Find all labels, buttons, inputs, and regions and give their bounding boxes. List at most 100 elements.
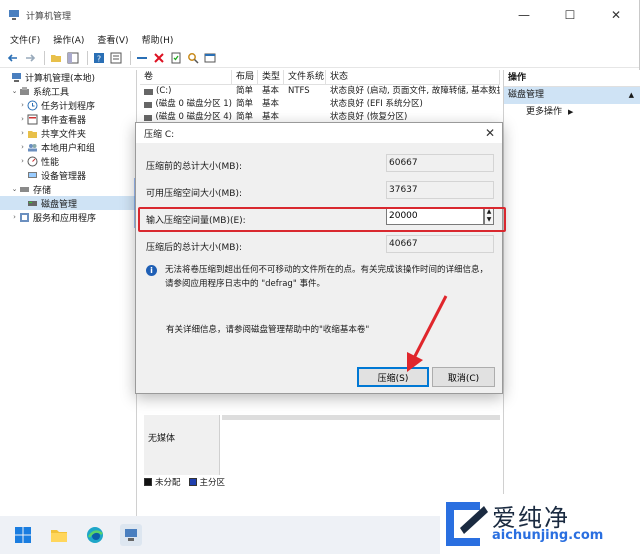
- tree-item-services-apps[interactable]: › 服务和应用程序: [0, 210, 136, 224]
- total-before-label: 压缩前的总计大小(MB):: [146, 161, 242, 172]
- actions-header: 操作: [504, 70, 640, 87]
- tree-item-storage[interactable]: ⌄ 存储: [0, 182, 136, 196]
- info-text: 无法将卷压缩到超出任何不可移动的文件所在的点。有关完成该操作时间的详细信息，请参…: [165, 265, 489, 289]
- actions-section-disk-management[interactable]: 磁盘管理 ▲: [504, 87, 640, 104]
- column-layout[interactable]: 布局: [232, 70, 258, 84]
- volume-icon: [144, 88, 153, 95]
- available-space-value: 37637: [386, 181, 494, 199]
- help-icon[interactable]: ?: [92, 51, 106, 65]
- volume-name: (磁盘 0 磁盘分区 1): [155, 99, 232, 109]
- tree-item-performance[interactable]: › 性能: [0, 154, 136, 168]
- shrink-button[interactable]: 压缩(S): [357, 367, 429, 387]
- volume-status: 状态良好 (启动, 页面文件, 故障转储, 基本数据: [330, 86, 500, 96]
- toggle-view-icon[interactable]: [203, 51, 217, 65]
- tools-icon: [20, 86, 29, 95]
- window-title: 计算机管理: [26, 11, 72, 22]
- forward-icon[interactable]: [23, 51, 37, 65]
- volume-status: 状态良好 (EFI 系统分区): [330, 99, 423, 109]
- windows-start-icon[interactable]: [12, 524, 34, 546]
- collapse-up-icon[interactable]: ▲: [629, 87, 634, 104]
- menu-file[interactable]: 文件(F): [10, 33, 40, 46]
- tree-label: 计算机管理(本地): [25, 73, 96, 84]
- close-button[interactable]: ✕: [593, 0, 639, 30]
- connect-icon[interactable]: [135, 51, 149, 65]
- tree-item-root[interactable]: 计算机管理(本地): [0, 70, 136, 84]
- more-actions-label: 更多操作: [526, 107, 563, 117]
- cancel-button[interactable]: 取消(C): [432, 367, 495, 387]
- dialog-title: 压缩 C:: [144, 129, 175, 140]
- tree-item-disk-management[interactable]: 磁盘管理: [0, 196, 136, 210]
- disk-icon: [28, 200, 37, 206]
- total-before-value: 60667: [386, 154, 494, 172]
- column-filesystem[interactable]: 文件系统: [284, 70, 326, 84]
- chevron-right-icon[interactable]: ›: [18, 129, 27, 137]
- tree-label: 本地用户和组: [41, 143, 96, 154]
- chevron-right-icon[interactable]: ›: [18, 157, 27, 165]
- tree-item-shared-folders[interactable]: › 共享文件夹: [0, 126, 136, 140]
- toolbar-separator: [44, 50, 45, 65]
- navigation-tree: 计算机管理(本地) ⌄ 系统工具 › 任务计划程序 › 事件查看器 › 共享文件…: [0, 70, 137, 516]
- volume-filesystem: NTFS: [288, 86, 310, 96]
- cdrom-disk-block[interactable]: 无媒体: [144, 415, 220, 475]
- menu-help[interactable]: 帮助(H): [142, 33, 174, 46]
- chevron-right-icon[interactable]: ›: [18, 115, 27, 123]
- volume-layout: 简单: [236, 99, 254, 109]
- volume-icon: [144, 101, 153, 108]
- shared-folder-icon: [28, 130, 37, 138]
- chevron-right-icon: ▶: [568, 108, 574, 116]
- back-icon[interactable]: [6, 51, 20, 65]
- chevron-right-icon[interactable]: ›: [10, 213, 19, 221]
- tree-item-local-users[interactable]: › 本地用户和组: [0, 140, 136, 154]
- chevron-down-icon[interactable]: ⌄: [10, 87, 19, 95]
- file-explorer-icon[interactable]: [48, 524, 70, 546]
- properties-icon[interactable]: [109, 51, 123, 65]
- clock-icon: [27, 100, 38, 110]
- menu-view[interactable]: 查看(V): [97, 33, 128, 46]
- computer-icon: [12, 72, 21, 82]
- column-volume[interactable]: 卷: [140, 70, 232, 84]
- performance-icon: [27, 156, 38, 166]
- more-actions-item[interactable]: 更多操作 ▶: [504, 104, 640, 120]
- chevron-down-icon[interactable]: ⌄: [10, 185, 19, 193]
- menu-action[interactable]: 操作(A): [53, 33, 84, 46]
- unallocated-swatch: [144, 478, 152, 486]
- toolbar-separator: [87, 50, 88, 65]
- info-message: i 无法将卷压缩到超出任何不可移动的文件所在的点。有关完成该操作时间的详细信息，…: [146, 263, 496, 291]
- corner-url: aichunjing.com: [492, 528, 604, 543]
- volume-filesystem: [284, 98, 326, 111]
- disk-graphical-view: 无媒体: [140, 395, 500, 475]
- search-icon[interactable]: [186, 51, 200, 65]
- column-type[interactable]: 类型: [258, 70, 284, 84]
- dialog-close-button[interactable]: ✕: [478, 126, 502, 140]
- table-row[interactable]: (磁盘 0 磁盘分区 1) 简单 基本 状态良好 (EFI 系统分区): [140, 98, 500, 111]
- cdrom-partition-area[interactable]: [222, 415, 500, 475]
- table-row[interactable]: (C:) 简单 基本 NTFS 状态良好 (启动, 页面文件, 故障转储, 基本…: [140, 85, 500, 98]
- column-status[interactable]: 状态: [326, 70, 500, 84]
- tree-item-system-tools[interactable]: ⌄ 系统工具: [0, 84, 136, 98]
- minimize-button[interactable]: —: [501, 0, 547, 30]
- computer-management-icon: [9, 10, 19, 20]
- checklist-icon[interactable]: [169, 51, 183, 65]
- maximize-button[interactable]: ☐: [547, 0, 593, 30]
- tree-label: 系统工具: [33, 87, 70, 98]
- volume-table-header: 卷 布局 类型 文件系统 状态: [140, 70, 500, 85]
- console-tree-icon[interactable]: [66, 51, 80, 65]
- legend-unallocated: 未分配: [144, 476, 181, 488]
- computer-management-taskbar-icon[interactable]: [120, 524, 142, 546]
- edge-browser-icon[interactable]: [84, 524, 106, 546]
- tree-item-task-scheduler[interactable]: › 任务计划程序: [0, 98, 136, 112]
- volume-type: 基本: [262, 86, 280, 96]
- volume-type: 基本: [262, 99, 280, 109]
- tree-item-device-manager[interactable]: 设备管理器: [0, 168, 136, 182]
- chevron-right-icon[interactable]: ›: [18, 143, 27, 151]
- tree-item-event-viewer[interactable]: › 事件查看器: [0, 112, 136, 126]
- primary-swatch: [188, 478, 197, 486]
- chevron-right-icon[interactable]: ›: [18, 101, 27, 109]
- total-after-label: 压缩后的总计大小(MB):: [146, 242, 242, 253]
- corner-watermark: 爱纯净 aichunjing.com: [440, 494, 640, 554]
- toolbar: ?: [0, 48, 639, 68]
- delete-icon[interactable]: [152, 51, 166, 65]
- shrink-dialog: 压缩 C: ✕ 压缩前的总计大小(MB): 60667 可用压缩空间大小(MB)…: [135, 122, 506, 394]
- volume-name: (C:): [156, 86, 172, 96]
- folder-icon[interactable]: [49, 51, 63, 65]
